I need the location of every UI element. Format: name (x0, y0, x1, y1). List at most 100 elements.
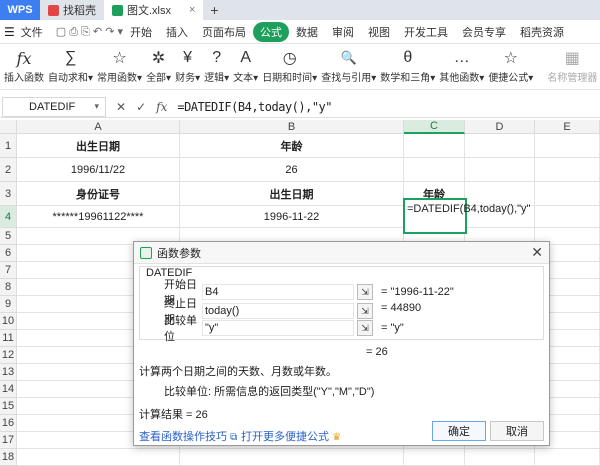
cell-b3[interactable]: 出生日期 (180, 182, 404, 206)
empty-cell[interactable] (535, 449, 600, 466)
fx-icon[interactable]: fx (156, 100, 167, 114)
start-date-input[interactable]: B4 (202, 284, 354, 300)
menu-page-layout[interactable]: 页面布局 (195, 22, 253, 42)
collapse-dialog-icon[interactable]: ⇲ (357, 284, 373, 300)
column-header-d[interactable]: D (465, 120, 535, 134)
empty-cell[interactable] (17, 449, 180, 466)
other-functions-button[interactable]: … 其他函数▾ (437, 44, 486, 84)
menu-review[interactable]: 审阅 (325, 22, 361, 42)
sigma-icon: ∑ (64, 49, 77, 66)
all-functions-button[interactable]: ✲ 全部▾ (144, 44, 173, 84)
quick-access-toolbar[interactable]: ▢ ⎙ ⎘ ↶ ↷ ▾ (56, 25, 123, 39)
empty-cell[interactable] (535, 134, 600, 158)
row-header[interactable]: 17 (0, 432, 17, 449)
argument-row-start-date: 开始日期 B4 ⇲ = "1996-11-22" (164, 279, 454, 307)
unit-input[interactable]: "y" (202, 320, 354, 336)
name-box[interactable]: DATEDIF ▾ (2, 96, 106, 117)
math-trig-button[interactable]: θ 数学和三角▾ (378, 44, 437, 84)
formula-bar: DATEDIF ▾ ✕ ✓ fx =DATEDIF(B4,today(),"y" (0, 96, 600, 118)
row-header[interactable]: 5 (0, 228, 17, 245)
row-header[interactable]: 15 (0, 398, 17, 415)
empty-cell[interactable] (535, 206, 600, 228)
cancel-icon[interactable]: ✕ (116, 100, 126, 114)
cell-a2[interactable]: 1996/11/22 (17, 158, 180, 182)
row-header[interactable]: 16 (0, 415, 17, 432)
empty-cell[interactable] (465, 158, 535, 182)
column-header-e[interactable]: E (535, 120, 600, 134)
name-manager-button[interactable]: ▦ 名称管理器 (545, 44, 599, 84)
cell-a3[interactable]: 身份证号 (17, 182, 180, 206)
row-header[interactable]: 2 (0, 158, 17, 182)
cell-b2[interactable]: 26 (180, 158, 404, 182)
menu-formulas[interactable]: 公式 (253, 21, 289, 42)
cell-c2[interactable] (404, 158, 465, 182)
row-header[interactable]: 12 (0, 347, 17, 364)
empty-cell[interactable] (180, 449, 404, 466)
cell-c1[interactable] (404, 134, 465, 158)
row-header[interactable]: 3 (0, 182, 17, 206)
argument-row-unit: 比较单位 "y" ⇲ = "y" (164, 315, 404, 343)
function-tips-link[interactable]: 查看函数操作技巧 ⧉ (139, 428, 237, 444)
text-icon: A (240, 49, 251, 66)
row-header[interactable]: 4 (0, 206, 17, 228)
text-functions-button[interactable]: A 文本▾ (231, 44, 260, 84)
close-tab-icon[interactable]: × (189, 4, 195, 16)
financial-functions-button[interactable]: ¥ 财务▾ (173, 44, 202, 84)
dialog-title-bar[interactable]: 函数参数 ✕ (134, 242, 549, 264)
empty-cell[interactable] (404, 449, 465, 466)
menu-data[interactable]: 数据 (289, 22, 325, 42)
empty-cell[interactable] (535, 182, 600, 206)
tab-document[interactable]: 图文.xlsx × (104, 0, 204, 20)
end-date-input[interactable]: today() (202, 303, 354, 319)
cell-a1[interactable]: 出生日期 (17, 134, 180, 158)
row-header[interactable]: 11 (0, 330, 17, 347)
row-header[interactable]: 9 (0, 296, 17, 313)
date-time-functions-button[interactable]: ◷ 日期和时间▾ (260, 44, 319, 84)
insert-function-button[interactable]: fx 插入函数 (0, 44, 46, 85)
wps-home-tab[interactable]: WPS (0, 0, 40, 20)
collapse-dialog-icon[interactable]: ⇲ (357, 303, 373, 319)
row-header[interactable]: 6 (0, 245, 17, 262)
select-all-corner[interactable] (0, 120, 17, 134)
close-icon[interactable]: ✕ (531, 244, 543, 261)
hamburger-icon[interactable]: ☰ (4, 25, 15, 39)
new-tab-button[interactable]: + (203, 0, 225, 20)
ok-button[interactable]: 确定 (432, 421, 486, 441)
column-header-c[interactable]: C (404, 120, 465, 134)
menu-home[interactable]: 开始 (123, 22, 159, 42)
lookup-reference-button[interactable]: 🔍 查找与引用▾ (319, 44, 378, 84)
column-header-a[interactable]: A (17, 120, 180, 134)
menu-file[interactable]: 文件 (21, 22, 50, 42)
tab-docer[interactable]: 找稻壳 (40, 0, 104, 20)
row-header[interactable]: 14 (0, 381, 17, 398)
cell-c4-editing[interactable]: =DATEDIF(B4,today(),"y" (403, 198, 530, 234)
menu-insert[interactable]: 插入 (159, 22, 195, 42)
row-header[interactable]: 18 (0, 449, 17, 466)
row-header[interactable]: 13 (0, 364, 17, 381)
column-header-b[interactable]: B (180, 120, 404, 134)
row-header[interactable]: 1 (0, 134, 17, 158)
menu-member[interactable]: 会员专享 (455, 22, 513, 42)
menu-docer-resources[interactable]: 稻壳资源 (513, 22, 571, 42)
dialog-title: 函数参数 (157, 247, 201, 260)
formula-input[interactable]: =DATEDIF(B4,today(),"y" (177, 100, 332, 114)
common-functions-button[interactable]: ☆ 常用函数▾ (95, 44, 144, 84)
quick-formulas-button[interactable]: ☆ 便捷公式▾ (486, 44, 535, 84)
cell-a4[interactable]: ******19961122**** (17, 206, 180, 228)
empty-cell[interactable] (465, 134, 535, 158)
menu-view[interactable]: 视图 (361, 22, 397, 42)
empty-cell[interactable] (535, 158, 600, 182)
menu-developer[interactable]: 开发工具 (397, 22, 455, 42)
row-header[interactable]: 10 (0, 313, 17, 330)
cell-b4[interactable]: 1996-11-22 (180, 206, 404, 228)
confirm-icon[interactable]: ✓ (136, 100, 146, 114)
cell-b1[interactable]: 年龄 (180, 134, 404, 158)
empty-cell[interactable] (465, 449, 535, 466)
row-header[interactable]: 8 (0, 279, 17, 296)
cancel-button[interactable]: 取消 (490, 421, 544, 441)
autosum-button[interactable]: ∑ 自动求和▾ (46, 44, 95, 84)
row-header[interactable]: 7 (0, 262, 17, 279)
more-formulas-link[interactable]: 打开更多便捷公式 ♛ (241, 428, 341, 444)
collapse-dialog-icon[interactable]: ⇲ (357, 320, 373, 336)
logical-functions-button[interactable]: ? 逻辑▾ (202, 44, 231, 84)
